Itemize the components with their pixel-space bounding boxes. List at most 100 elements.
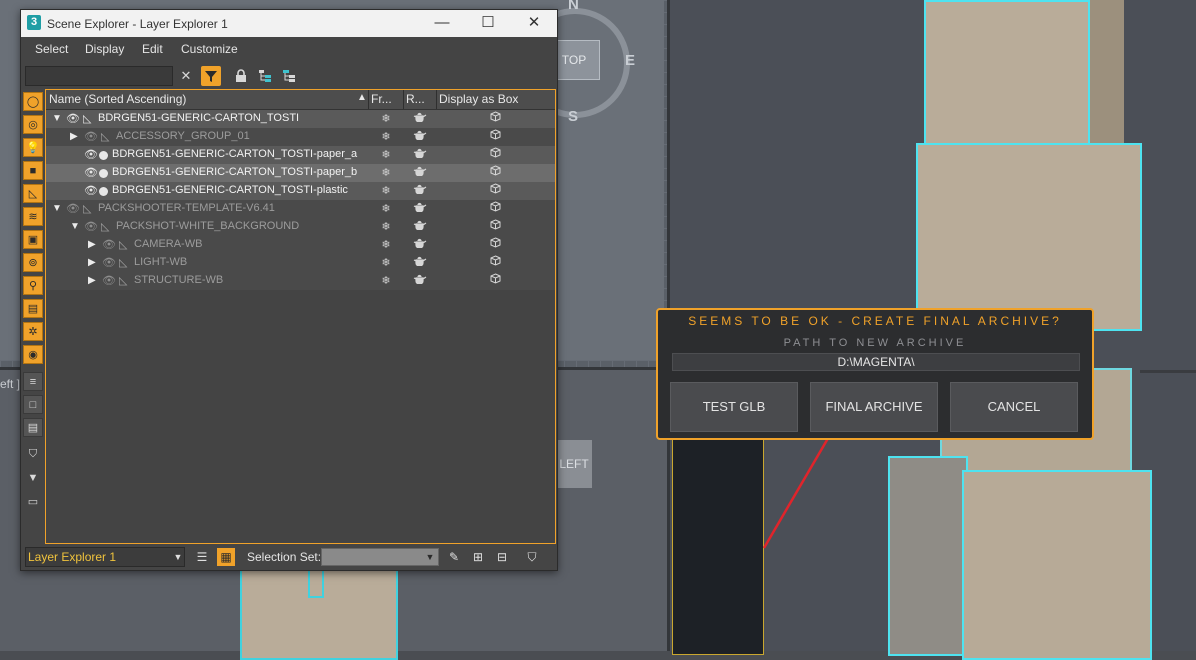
- cube-icon[interactable]: [437, 218, 553, 236]
- tree-layer-row[interactable]: ▶ 👁 ◺ ACCESSORY_GROUP_01 ❄: [46, 128, 555, 146]
- collapsed-arrow-icon[interactable]: ▶: [88, 239, 96, 250]
- tree-object-row[interactable]: 👁 BDRGEN51-GENERIC-CARTON_TOSTI-plastic ❄: [46, 182, 555, 200]
- particles-filter-icon[interactable]: ✲: [23, 322, 43, 341]
- teapot-icon[interactable]: [404, 272, 436, 290]
- archive-path-field[interactable]: D:\MAGENTA\: [672, 353, 1080, 371]
- invert-display-icon[interactable]: ▤: [23, 418, 43, 437]
- hierarchy-icon[interactable]: [255, 66, 275, 86]
- search-input[interactable]: [25, 66, 173, 86]
- freeze-icon[interactable]: ❄: [369, 164, 403, 182]
- helpers-filter-icon[interactable]: ◺: [23, 184, 43, 203]
- shapes-filter-icon[interactable]: ◎: [23, 115, 43, 134]
- teapot-icon[interactable]: [404, 110, 436, 128]
- tree-object-row[interactable]: 👁 BDRGEN51-GENERIC-CARTON_TOSTI-paper_b ❄: [46, 164, 555, 182]
- layer-explorer-dropdown[interactable]: Layer Explorer 1: [25, 547, 185, 567]
- funnel-icon[interactable]: ▼: [23, 469, 43, 488]
- column-name[interactable]: Name (Sorted Ascending): [49, 92, 186, 106]
- lock-icon[interactable]: [231, 66, 251, 86]
- expanded-arrow-icon[interactable]: ▼: [52, 203, 62, 214]
- teapot-icon[interactable]: [404, 164, 436, 182]
- carton-flap-left[interactable]: [888, 456, 968, 656]
- visibility-eye-icon[interactable]: 👁: [102, 274, 116, 287]
- freeze-icon[interactable]: ❄: [369, 254, 403, 272]
- column-renderable[interactable]: R...: [406, 92, 425, 106]
- collapsed-arrow-icon[interactable]: ▶: [70, 131, 78, 142]
- column-separator[interactable]: [403, 90, 404, 109]
- tree-layer-row[interactable]: ▼ 👁 ◺ PACKSHOOTER-TEMPLATE-V6.41 ❄: [46, 200, 555, 218]
- filter-icon[interactable]: ⛉: [523, 548, 541, 566]
- add-selection-set-icon[interactable]: ⊞: [469, 548, 487, 566]
- teapot-icon[interactable]: [404, 236, 436, 254]
- expanded-arrow-icon[interactable]: ▼: [52, 113, 62, 124]
- cube-icon[interactable]: [437, 164, 553, 182]
- visibility-eye-icon[interactable]: 👁: [84, 220, 98, 233]
- display-all-icon[interactable]: ≡: [23, 372, 43, 391]
- visibility-eye-icon[interactable]: 👁: [84, 148, 98, 161]
- visibility-eye-icon[interactable]: 👁: [66, 112, 80, 125]
- teapot-icon[interactable]: [404, 200, 436, 218]
- cube-icon[interactable]: [437, 236, 553, 254]
- sort-ascending-icon[interactable]: ▲: [357, 92, 367, 103]
- teapot-icon[interactable]: [404, 146, 436, 164]
- layers-icon[interactable]: ☰: [193, 548, 211, 566]
- tree-layer-row[interactable]: ▶ 👁 ◺ LIGHT-WB ❄: [46, 254, 555, 272]
- spacewarps-filter-icon[interactable]: ≋: [23, 207, 43, 226]
- visibility-eye-icon[interactable]: 👁: [102, 256, 116, 269]
- cube-icon[interactable]: [437, 110, 553, 128]
- xrefs-filter-icon[interactable]: ⊚: [23, 253, 43, 272]
- freeze-icon[interactable]: ❄: [369, 128, 403, 146]
- sort-by-layer-icon[interactable]: ▦: [217, 548, 235, 566]
- calendar-icon[interactable]: ▭: [23, 493, 43, 512]
- column-display-as-box[interactable]: Display as Box: [439, 92, 518, 106]
- test-glb-button[interactable]: TEST GLB: [670, 382, 798, 432]
- visibility-eye-icon[interactable]: 👁: [84, 130, 98, 143]
- cube-icon[interactable]: [437, 146, 553, 164]
- teapot-icon[interactable]: [404, 128, 436, 146]
- cube-icon[interactable]: [437, 272, 553, 290]
- viewcube-left[interactable]: LEFT: [556, 440, 592, 488]
- scene-explorer-window[interactable]: 3 Scene Explorer - Layer Explorer 1 — ☐ …: [20, 9, 558, 571]
- tree-layer-row[interactable]: ▼ 👁 ◺ PACKSHOT-WHITE_BACKGROUND ❄: [46, 218, 555, 236]
- window-titlebar[interactable]: 3 Scene Explorer - Layer Explorer 1 — ☐ …: [21, 10, 557, 37]
- freeze-icon[interactable]: ❄: [369, 236, 403, 254]
- teapot-icon[interactable]: [404, 254, 436, 272]
- final-archive-button[interactable]: FINAL ARCHIVE: [810, 382, 938, 432]
- column-separator[interactable]: [368, 90, 369, 109]
- freeze-icon[interactable]: ❄: [369, 110, 403, 128]
- visibility-eye-icon[interactable]: 👁: [102, 238, 116, 251]
- carton-box-middle[interactable]: [916, 143, 1142, 331]
- freeze-icon[interactable]: ❄: [369, 218, 403, 236]
- teapot-icon[interactable]: [404, 182, 436, 200]
- cube-icon[interactable]: [437, 128, 553, 146]
- freeze-icon[interactable]: ❄: [369, 200, 403, 218]
- chevron-down-icon[interactable]: ▼: [169, 548, 187, 566]
- bones-filter-icon[interactable]: ⚲: [23, 276, 43, 295]
- maximize-button[interactable]: ☐: [473, 13, 503, 33]
- geometry-filter-icon[interactable]: ◯: [23, 92, 43, 111]
- freeze-icon[interactable]: ❄: [369, 272, 403, 290]
- column-frozen[interactable]: Fr...: [371, 92, 392, 106]
- menu-display[interactable]: Display: [85, 42, 124, 56]
- filter-icon[interactable]: [201, 66, 221, 86]
- chevron-down-icon[interactable]: ▼: [421, 548, 439, 566]
- minimize-button[interactable]: —: [427, 13, 457, 33]
- close-button[interactable]: ✕: [519, 13, 549, 33]
- carton-box-front[interactable]: [962, 470, 1152, 660]
- collapsed-arrow-icon[interactable]: ▶: [88, 275, 96, 286]
- cube-icon[interactable]: [437, 182, 553, 200]
- remove-selection-set-icon[interactable]: ⊟: [493, 548, 511, 566]
- clear-search-icon[interactable]: ✕: [176, 66, 196, 86]
- visibility-eye-icon[interactable]: 👁: [66, 202, 80, 215]
- scene-tree[interactable]: Name (Sorted Ascending) ▲ Fr... R... Dis…: [45, 89, 556, 544]
- dark-panel-object[interactable]: [672, 430, 764, 655]
- groups-filter-icon[interactable]: ▣: [23, 230, 43, 249]
- tree-layer-row[interactable]: ▼ 👁 ◺ BDRGEN51-GENERIC-CARTON_TOSTI ❄: [46, 110, 555, 128]
- visibility-eye-icon[interactable]: 👁: [84, 184, 98, 197]
- cube-icon[interactable]: [437, 254, 553, 272]
- visibility-filter-icon[interactable]: ◉: [23, 345, 43, 364]
- hierarchy-expand-icon[interactable]: [279, 66, 299, 86]
- menu-select[interactable]: Select: [35, 42, 68, 56]
- tree-layer-row[interactable]: ▶ 👁 ◺ CAMERA-WB ❄: [46, 236, 555, 254]
- expanded-arrow-icon[interactable]: ▼: [70, 221, 80, 232]
- tree-layer-row[interactable]: ▶ 👁 ◺ STRUCTURE-WB ❄: [46, 272, 555, 290]
